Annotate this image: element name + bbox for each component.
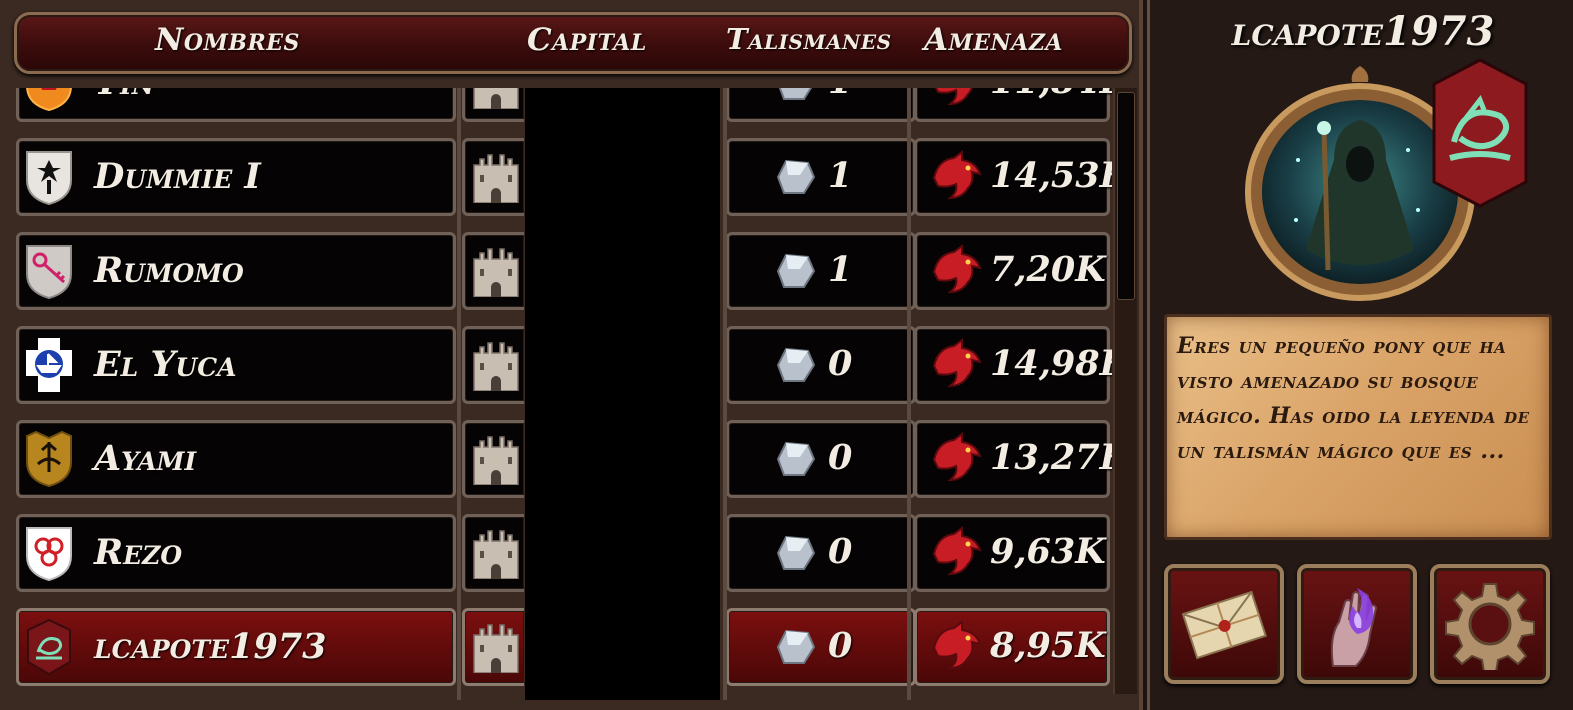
talismans-value: 0 [828,531,853,572]
header-talismans[interactable]: Talismanes [726,22,892,56]
table-scrollbar[interactable] [1113,88,1137,694]
red-dragon-icon [932,526,982,576]
talismans-cell [726,514,916,592]
talismans-value: 1 [828,155,853,196]
name-cell [16,514,456,592]
talisman-gem-icon [776,347,816,382]
column-divider [907,88,911,700]
threat-value: 11,84K [990,88,1112,102]
player-title: lcapote1973 [1231,8,1495,55]
threat-value: 13,27K [990,437,1112,478]
settings-button[interactable] [1430,564,1550,684]
player-panel: lcapote1973 Eres un pequeño pony que ha … [1147,0,1573,710]
red-dragon-icon [932,244,982,294]
talismans-value: 0 [828,437,853,478]
key-shield-icon [24,242,74,300]
player-name: Rezo [94,532,183,573]
talismans-value: 1 [828,88,852,102]
name-cell [16,420,456,498]
threat-value: 7,20K [990,249,1106,290]
red-knot-shield-icon [24,524,74,582]
talismans-cell [726,88,916,122]
header-capital[interactable]: Capital [527,22,647,58]
talismans-cell [726,138,916,216]
story-text: Eres un pequeño pony que ha visto amenaz… [1177,333,1530,464]
talismans-cell [726,232,916,310]
talisman-gem-icon [776,629,816,664]
player-name: El Yuca [94,344,237,385]
letter-icon [1181,590,1267,660]
talismans-value: 0 [828,343,853,384]
column-divider [723,88,727,700]
talisman-gem-icon [776,441,816,476]
player-name: Ayami [94,438,197,479]
header-threat[interactable]: Amenaza [924,22,1063,58]
talisman-gem-icon [776,535,816,570]
salamander-emblem-icon [24,618,74,676]
talismans-cell [726,608,916,686]
capital-column [525,88,720,700]
player-name: Tin [94,88,155,103]
castle-icon [473,436,519,485]
castle-icon [473,154,519,203]
white-shield-icon [24,148,74,206]
red-dragon-icon [932,620,982,670]
talismans-cell [726,326,916,404]
threat-value: 8,95K [990,625,1106,666]
red-dragon-icon [934,88,973,106]
player-emblem-icon [1432,58,1528,208]
castle-icon [473,88,519,109]
orange-shield-icon [24,88,74,112]
talismans-value: 1 [828,249,853,290]
player-name: lcapote1973 [94,626,327,667]
castle-icon [473,624,519,673]
red-dragon-icon [932,432,982,482]
talisman-gem-icon [778,88,813,100]
threat-value: 9,63K [990,531,1106,572]
talisman-gem-icon [776,253,816,288]
red-dragon-icon [932,338,982,388]
talisman-gem-icon [776,159,816,194]
header-names[interactable]: Nombres [155,22,300,58]
threat-value: 14,98K [990,343,1112,384]
gear-icon [1445,583,1535,670]
player-name: Dummie I [94,156,261,197]
magic-button[interactable] [1297,564,1417,684]
talismans-value: 0 [828,625,853,666]
mail-button[interactable] [1164,564,1284,684]
magic-hand-icon [1330,588,1378,667]
castle-icon [473,248,519,297]
scrollbar-thumb[interactable] [1117,92,1135,300]
threat-value: 14,53K [990,155,1112,196]
players-table: Nombres Capital Talismanes Amenaza Tin 1… [0,0,1143,710]
red-dragon-icon [932,150,982,200]
ship-crest-icon [24,336,74,394]
castle-icon [473,530,519,579]
gold-shield-icon [24,430,74,488]
player-name: Rumomo [94,250,244,291]
story-parchment: Eres un pequeño pony que ha visto amenaz… [1164,314,1552,540]
talismans-cell [726,420,916,498]
castle-icon [473,342,519,391]
name-cell [16,88,456,122]
column-divider [457,88,461,700]
